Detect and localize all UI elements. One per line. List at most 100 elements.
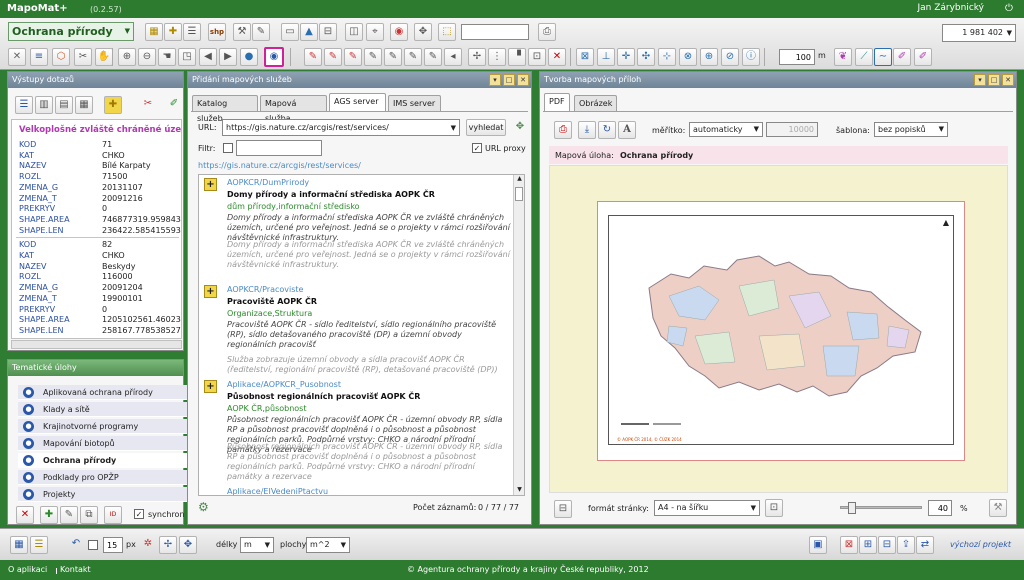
export-image-icon[interactable]: ⤓: [578, 121, 596, 139]
union-icon[interactable]: ⊕: [700, 48, 718, 66]
crosshair-icon[interactable]: ✛: [617, 48, 635, 66]
eraser2-icon[interactable]: ✐: [914, 48, 932, 66]
record-row[interactable]: ZMENA_T 19900101: [12, 294, 181, 304]
measure-icon[interactable]: ◫: [345, 23, 363, 41]
add-service-icon[interactable]: ✥: [511, 119, 529, 137]
horizontal-scrollbar[interactable]: [11, 340, 182, 349]
record-row[interactable]: ZMENA_T 20091216: [12, 194, 181, 204]
service-path-next[interactable]: Aplikace/EIVedeniPtactvu: [227, 487, 328, 495]
print-icon[interactable]: ⎙: [538, 23, 556, 41]
filter-input[interactable]: [236, 140, 322, 156]
zoom-input[interactable]: [928, 500, 952, 516]
zoom-slider[interactable]: [840, 502, 922, 514]
search-button[interactable]: vyhledat: [466, 119, 506, 136]
clear-selection-icon[interactable]: ✂: [139, 96, 157, 114]
orientation-icon[interactable]: ⊡: [765, 499, 783, 517]
length-unit-select[interactable]: m ▼: [240, 537, 274, 553]
draw-rect-icon[interactable]: ✎: [364, 48, 382, 66]
draw-point-icon[interactable]: ✎: [304, 48, 322, 66]
slider-thumb[interactable]: [848, 502, 857, 514]
tools-icon[interactable]: ⚒: [233, 23, 251, 41]
scale-mode-select[interactable]: automaticky ▼: [689, 122, 763, 137]
theme-item[interactable]: ● Podklady pro OPŽP: [18, 470, 190, 485]
record-row[interactable]: SHAPE.AREA 746877319.959843: [12, 215, 181, 225]
scroll-up-icon[interactable]: ▲: [515, 175, 524, 184]
record-row[interactable]: ZMENA_G 20131107: [12, 183, 181, 193]
hand-icon[interactable]: ☚: [158, 48, 176, 66]
profile-icon[interactable]: ⊟: [319, 23, 337, 41]
add-service-button[interactable]: +: [204, 285, 217, 298]
snap-point-icon[interactable]: ✥: [179, 536, 197, 554]
service-item[interactable]: + Aplikace/AOPKCR_Pusobnost Působnost regi…: [204, 380, 514, 481]
record-row[interactable]: SHAPE.LEN 258167.778538527: [12, 326, 181, 336]
scale-select[interactable]: 1 981 402 ▼: [942, 24, 1016, 42]
service-path[interactable]: Aplikace/AOPKCR_Pusobnost: [227, 380, 341, 389]
eraser-icon[interactable]: ✐: [893, 48, 911, 66]
view-grid-icon[interactable]: ▤: [55, 96, 73, 114]
snap-width-input[interactable]: [103, 537, 123, 553]
close-icon[interactable]: ✕: [517, 74, 529, 86]
map-export-icon[interactable]: ▲: [300, 23, 318, 41]
attribute-icon[interactable]: ⊡: [528, 48, 546, 66]
snap-vertex-icon[interactable]: ✲: [139, 536, 157, 554]
proxy-checkbox[interactable]: ✓: [472, 143, 482, 153]
node-icon[interactable]: ◂: [444, 48, 462, 66]
record-row[interactable]: KAT CHKO: [12, 151, 181, 161]
record-row[interactable]: ROZL 71500: [12, 172, 181, 182]
locate-icon[interactable]: ✥: [414, 23, 432, 41]
print-map-icon[interactable]: ▭: [281, 23, 299, 41]
shp-import-icon[interactable]: shp: [208, 23, 226, 41]
globe-icon[interactable]: ◉: [264, 47, 284, 67]
refresh-icon[interactable]: ☰: [15, 96, 33, 114]
sync-checkbox[interactable]: ✓: [134, 509, 144, 519]
view-detail-icon[interactable]: ▥: [35, 96, 53, 114]
tab-katalog-služeb[interactable]: Katalog služeb: [192, 95, 258, 123]
task-select[interactable]: Ochrana přírody ▼: [8, 22, 134, 41]
legend-icon[interactable]: ☰: [183, 23, 201, 41]
add-layer-icon[interactable]: ✚: [164, 23, 182, 41]
maximize-icon[interactable]: □: [988, 74, 1000, 86]
minimize-icon[interactable]: ▾: [974, 74, 986, 86]
select-area-icon[interactable]: ⬚: [438, 23, 456, 41]
refresh-icon[interactable]: ↻: [598, 121, 616, 139]
snap-edge-icon[interactable]: ✢: [159, 536, 177, 554]
record-row[interactable]: NAZEV Bílé Karpaty: [12, 161, 181, 171]
tab-ims-server[interactable]: IMS server: [388, 95, 441, 111]
delete-icon[interactable]: ✕: [548, 48, 566, 66]
tab-pdf[interactable]: PDF: [544, 93, 570, 111]
heart-icon[interactable]: ❦: [834, 48, 852, 66]
record-row[interactable]: PREKRYV 0: [12, 204, 181, 214]
minimize-icon[interactable]: ▾: [489, 74, 501, 86]
buffer-icon[interactable]: ⊹: [658, 48, 676, 66]
service-item[interactable]: + AOPKCR/Pracoviste Pracoviště AOPK ČR Orga…: [204, 285, 514, 385]
select-icon[interactable]: ⬡: [52, 48, 70, 66]
scroll-thumb[interactable]: [515, 187, 523, 201]
project-share-icon[interactable]: ⇄: [916, 536, 934, 554]
measure-distance-icon[interactable]: ⊠: [576, 48, 594, 66]
scroll-down-icon[interactable]: ▼: [515, 486, 524, 495]
layers-stack-icon[interactable]: ☰: [30, 536, 48, 554]
record-row[interactable]: ROZL 116000: [12, 272, 181, 282]
theme-item[interactable]: ● Ochrana přírody: [18, 453, 190, 468]
theme-item[interactable]: ● Aplikovaná ochrana přírody: [18, 385, 190, 400]
undo-icon[interactable]: ↶: [67, 536, 85, 554]
zoom-in-icon[interactable]: ⊕: [118, 48, 136, 66]
line-tool-icon[interactable]: ⟋: [855, 48, 873, 66]
project-close-icon[interactable]: ⊠: [840, 536, 858, 554]
settings-icon[interactable]: ⚙: [198, 500, 216, 518]
record-row[interactable]: KOD 82: [12, 240, 181, 250]
project-load-icon[interactable]: ⊟: [878, 536, 896, 554]
draw-circle-icon[interactable]: ✎: [384, 48, 402, 66]
draw-icon[interactable]: ✎: [252, 23, 270, 41]
pdf-icon[interactable]: ⎙: [554, 121, 572, 139]
close-icon[interactable]: ✕: [8, 48, 26, 66]
broom-icon[interactable]: ✂: [74, 48, 92, 66]
info-icon[interactable]: ⓘ: [742, 48, 760, 66]
theme-item[interactable]: ● Krajinotvorné programy: [18, 419, 190, 434]
split-line-icon[interactable]: ⊘: [721, 48, 739, 66]
tools-icon[interactable]: ⚒: [989, 499, 1007, 517]
view-table-icon[interactable]: ▦: [75, 96, 93, 114]
format-select[interactable]: A4 - na šířku ▼: [654, 500, 760, 516]
tab-obrázek[interactable]: Obrázek: [574, 95, 618, 111]
base-url-link[interactable]: https://gis.nature.cz/arcgis/rest/servic…: [198, 161, 361, 170]
